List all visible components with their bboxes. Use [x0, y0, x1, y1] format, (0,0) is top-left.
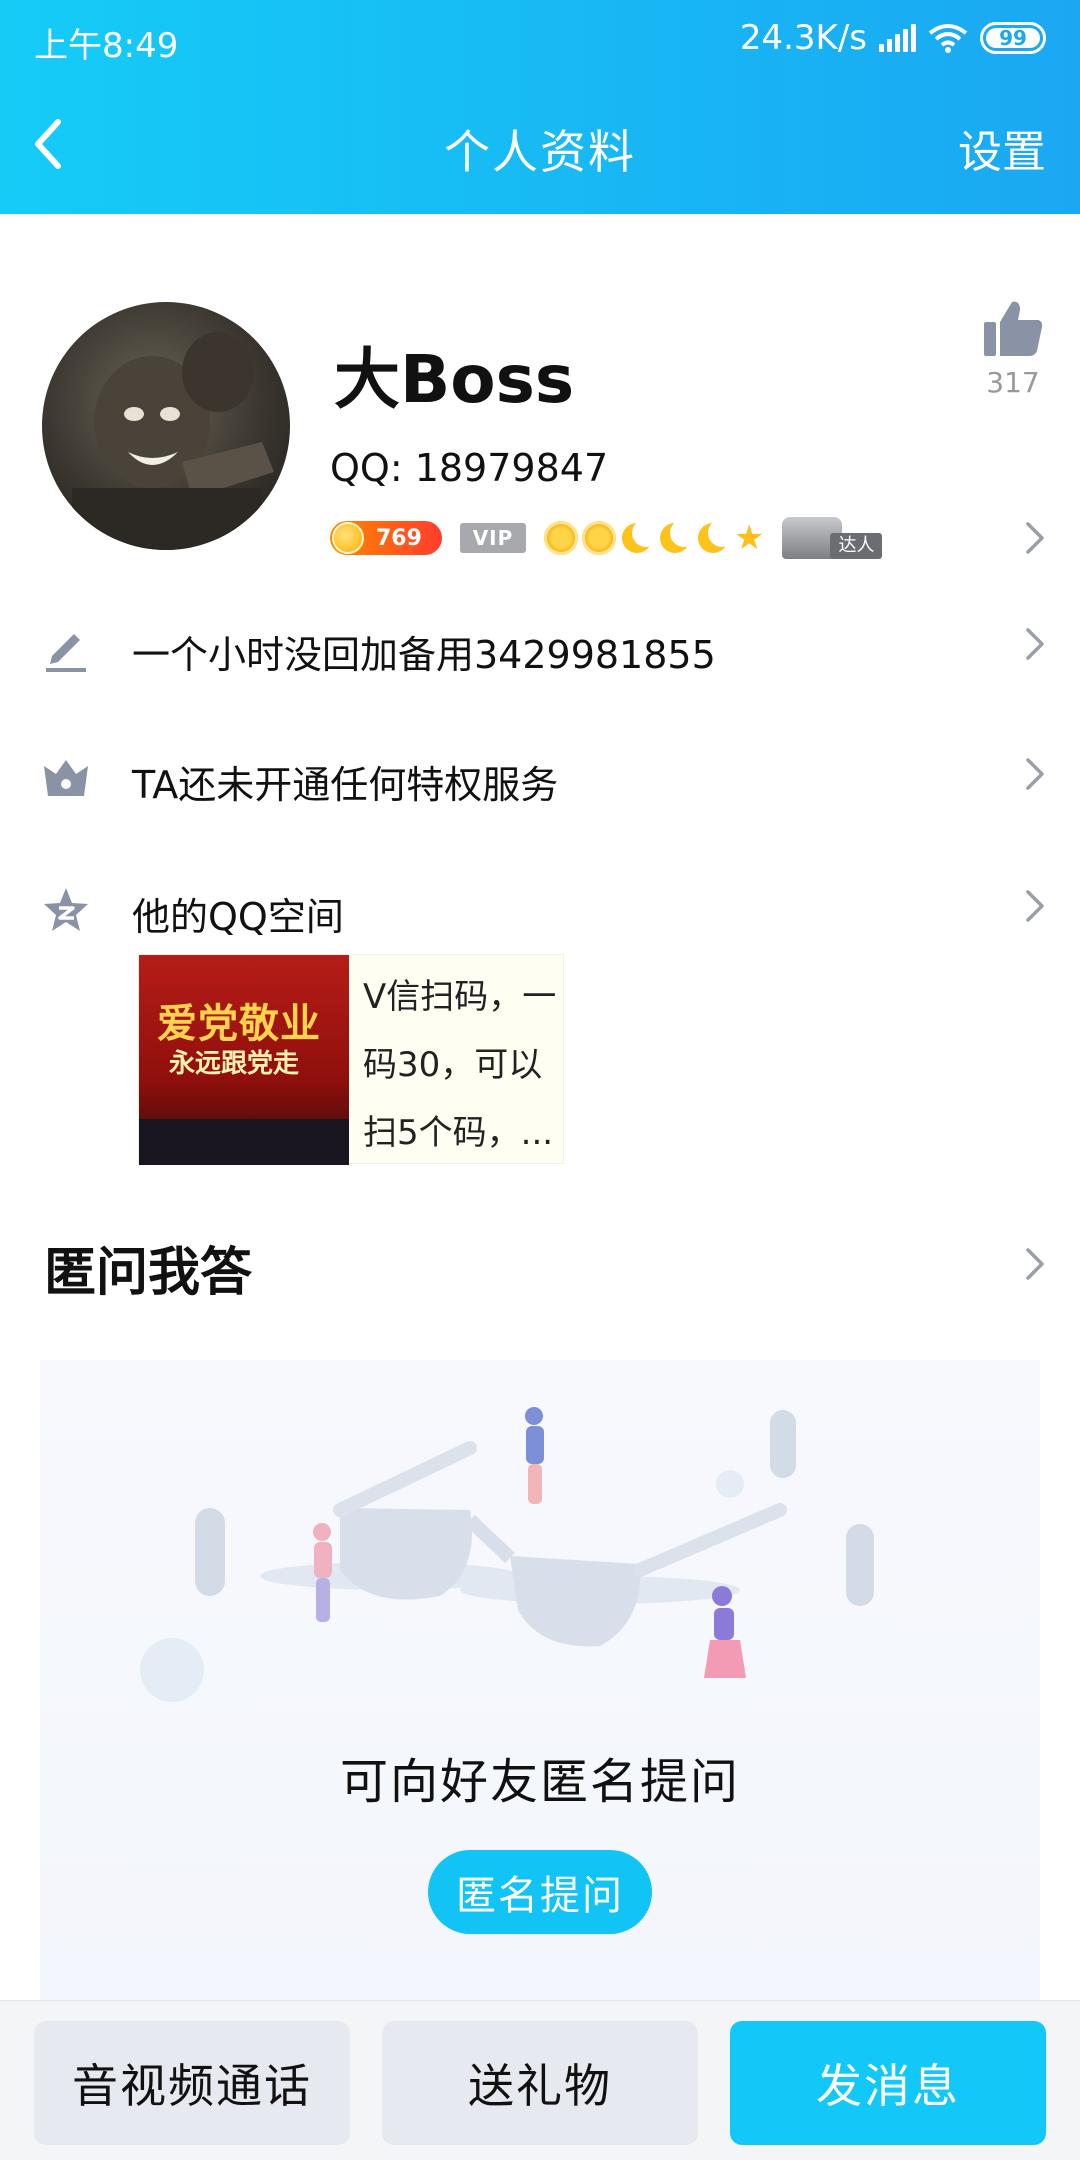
qzone-star-icon: [44, 888, 88, 931]
moon-level-icon: [658, 519, 698, 555]
glasses-illustration: [140, 1407, 874, 1702]
anonymous-question-button[interactable]: 匿名提问: [428, 1850, 652, 1934]
qzone-post-line: 码30，可以: [363, 1045, 543, 1085]
battery-icon: 99: [980, 22, 1046, 54]
signal-icon: [879, 24, 916, 52]
status-bar: 上午8:49 24.3K/s 99: [0, 0, 1080, 76]
chevron-right-icon[interactable]: [1024, 1244, 1046, 1284]
qzone-post-thumbnail: 爱党敬业 永远跟党走: [139, 955, 349, 1165]
avatar-image: [72, 332, 274, 550]
signature-text: 一个小时没回加备用3429981855: [132, 633, 716, 677]
send-message-button[interactable]: 发消息: [730, 2021, 1046, 2145]
coin-level-badge: 769: [330, 521, 442, 555]
qzone-post-line: V信扫码，一: [363, 977, 557, 1017]
network-speed: 24.3K/s: [739, 18, 867, 58]
coin-level: 769: [376, 525, 422, 551]
battery-level: 99: [986, 26, 1040, 50]
pencil-icon: [46, 634, 86, 672]
moon-level-icon: [620, 519, 660, 555]
wifi-icon: [928, 23, 968, 53]
thumbnail-headline: 爱党敬业: [157, 1001, 321, 1047]
privilege-row[interactable]: TA还未开通任何特权服务: [0, 732, 1080, 822]
qzone-post-text: V信扫码，一 码30，可以 扫5个码，...: [363, 963, 563, 1167]
talent-label: 达人: [830, 533, 883, 559]
chevron-right-icon: [1026, 628, 1044, 660]
badges-row[interactable]: 769 VIP ★ 达人: [330, 517, 883, 559]
chevron-right-icon[interactable]: [1024, 518, 1046, 558]
settings-button[interactable]: 设置: [958, 116, 1046, 180]
chevron-right-icon: [1026, 758, 1044, 790]
qa-caption: 可向好友匿名提问: [339, 1754, 740, 1810]
qa-section-title: 匿问我答: [44, 1243, 253, 1303]
video-call-button[interactable]: 音视频通话: [34, 2021, 350, 2145]
header: 上午8:49 24.3K/s 99 个人资料 设置: [0, 0, 1080, 214]
status-indicators: 24.3K/s 99: [740, 18, 1046, 58]
chevron-right-icon: [1026, 890, 1044, 922]
crown-icon: [44, 760, 88, 796]
bottom-action-bar: 音视频通话 送礼物 发消息: [0, 2000, 1080, 2160]
coin-icon: [332, 522, 364, 554]
qzone-text: 他的QQ空间: [132, 895, 344, 939]
like-count: 317: [986, 366, 1040, 399]
sun-level-icon: [582, 521, 616, 555]
qzone-row[interactable]: 他的QQ空间: [0, 864, 1080, 954]
star-level-icon: ★: [734, 518, 765, 558]
nickname: 大Boss: [334, 341, 575, 418]
qa-card: 可向好友匿名提问 匿名提问: [40, 1360, 1040, 2000]
page-title: 个人资料: [444, 125, 636, 179]
like-button[interactable]: 317: [972, 298, 1054, 399]
status-time: 上午8:49: [34, 26, 179, 66]
thumbnail-subline: 永远跟党走: [169, 1049, 300, 1079]
qzone-post-line: 扫5个码，...: [363, 1113, 554, 1153]
talent-badge: 达人: [782, 517, 883, 559]
privilege-text: TA还未开通任何特权服务: [132, 763, 559, 807]
qq-level-icons: ★: [544, 518, 765, 558]
vip-badge: VIP: [460, 523, 526, 553]
qq-number: QQ: 18979847: [330, 446, 609, 490]
qzone-post-card[interactable]: 爱党敬业 永远跟党走 V信扫码，一 码30，可以 扫5个码，...: [138, 954, 564, 1167]
signature-row[interactable]: 一个小时没回加备用3429981855: [0, 602, 1080, 692]
thumbs-up-icon: [984, 301, 1043, 356]
sun-level-icon: [544, 521, 578, 555]
moon-level-icon: [696, 519, 736, 555]
send-gift-button[interactable]: 送礼物: [382, 2021, 698, 2145]
avatar[interactable]: [42, 302, 290, 550]
